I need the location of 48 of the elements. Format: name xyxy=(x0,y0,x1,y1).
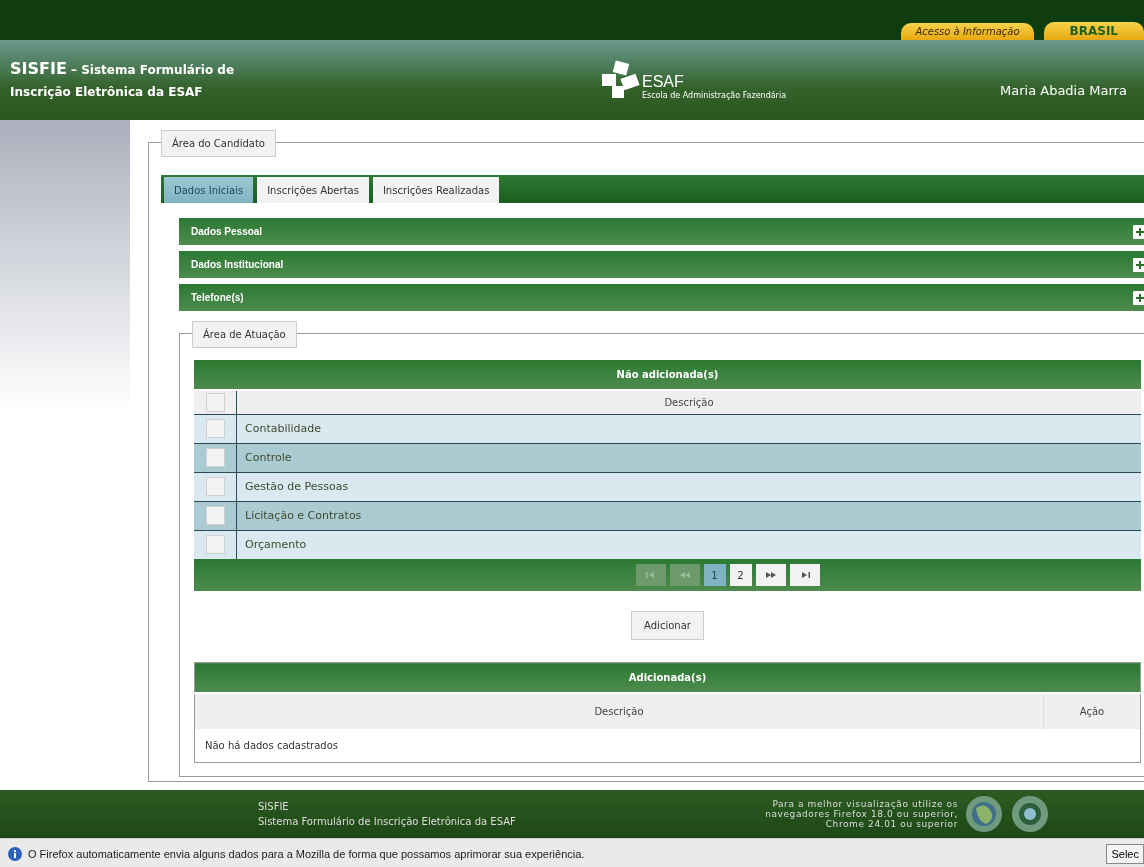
app-subtitle: Inscrição Eletrônica da ESAF xyxy=(10,83,204,101)
column-header: Descrição xyxy=(236,390,1141,414)
last-page-button[interactable] xyxy=(789,564,820,586)
table-cell: Licitação e Contratos xyxy=(236,501,1141,530)
page-button[interactable]: 2 xyxy=(729,564,752,586)
app-title: SISFIE – Sistema Formulário de xyxy=(10,57,236,80)
table-cell: Contabilidade xyxy=(236,414,1141,443)
row-checkbox[interactable] xyxy=(205,477,225,496)
accordion-header[interactable]: Dados Institucional xyxy=(179,251,1144,278)
accordion-header[interactable]: Dados Pessoal xyxy=(179,218,1144,245)
tab[interactable]: Inscrições Realizadas xyxy=(372,177,500,203)
next-page-button[interactable] xyxy=(755,564,786,586)
notification-button[interactable]: Selec xyxy=(1106,843,1144,864)
fieldset-legend: Área do Candidato xyxy=(161,130,276,157)
tab[interactable]: Dados Iniciais xyxy=(164,177,254,203)
row-checkbox[interactable] xyxy=(205,506,225,525)
browser-note: Para a melhor visualização utilize os navegadores Firefox 18.0 ou superior, Chrome 24.01 ou superior xyxy=(764,799,958,829)
user-name: Maria Abadia Marra xyxy=(1000,82,1127,98)
column-header: Descrição xyxy=(194,693,1044,729)
brand-link[interactable]: BRASIL xyxy=(1043,22,1144,40)
logo-caption: Escola de Administração Fazendária xyxy=(642,91,787,100)
page-button[interactable]: 1 xyxy=(703,564,726,586)
row-checkbox[interactable] xyxy=(205,448,225,467)
skip-start-icon xyxy=(644,571,657,579)
access-link[interactable]: Acesso à Informação xyxy=(901,23,1034,40)
row-checkbox[interactable] xyxy=(205,419,225,438)
logo-text: ESAF xyxy=(642,73,685,91)
table-cell: Controle xyxy=(236,443,1141,472)
row-checkbox[interactable] xyxy=(205,535,225,555)
table-title: Não adicionada(s) xyxy=(194,360,1141,390)
info-icon xyxy=(8,846,22,861)
globe-icon xyxy=(964,794,1004,834)
fieldset-legend: Área de Atuação xyxy=(192,321,297,348)
table-cell: Gestão de Pessoas xyxy=(236,472,1141,501)
fast-forward-icon xyxy=(764,571,777,579)
rewind-icon xyxy=(678,571,691,579)
footer-app-name: SISFIE xyxy=(258,800,290,814)
add-button[interactable]: Adicionar xyxy=(631,611,704,640)
tab[interactable]: Inscrições Abertas xyxy=(257,177,369,203)
empty-message: Não há dados cadastrados xyxy=(194,729,1141,763)
select-all-checkbox[interactable] xyxy=(205,392,225,412)
footer-app-full-name: Sistema Formulário de Inscrição Eletrônica da ESAF xyxy=(258,815,517,829)
ring-icon xyxy=(1010,794,1050,834)
accordion-header[interactable]: Telefone(s) xyxy=(179,284,1144,311)
column-header: Ação xyxy=(1043,693,1141,729)
logo-icon xyxy=(600,60,640,100)
table-title: Adicionada(s) xyxy=(194,662,1141,693)
notification-message: O Firefox automaticamente envia alguns dados para a Mozilla de forma que possamos aprimorar sua experiência. xyxy=(28,847,586,860)
